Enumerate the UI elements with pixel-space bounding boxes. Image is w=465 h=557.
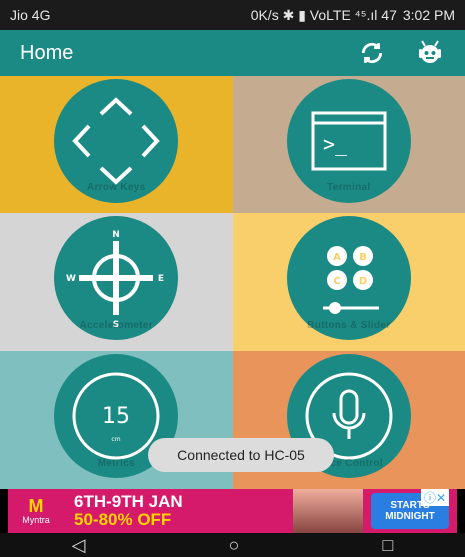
system-nav-bar: ◁ ○ □: [0, 533, 465, 557]
robot-icon[interactable]: [415, 38, 445, 68]
ad-offer: 50-80% OFF: [74, 510, 172, 529]
metric-value: 15: [102, 404, 130, 429]
status-indicators: 0K/s ✱ ▮ VoLTE ⁴⁵.ıl 47: [250, 6, 397, 23]
ad-brand-name: Myntra: [22, 515, 50, 525]
connection-toast: Connected to HC-05: [148, 438, 334, 472]
carrier-label: Jio 4G: [10, 7, 51, 23]
compass-n: N: [112, 230, 120, 240]
metric-unit: cm: [112, 436, 121, 443]
tile-buttons-slider[interactable]: A B C D Buttons & Slider: [232, 213, 465, 351]
sync-icon[interactable]: [357, 38, 387, 68]
back-icon[interactable]: ◁: [72, 535, 86, 556]
ad-banner[interactable]: M Myntra 6TH-9TH JAN 50-80% OFF STARTS M…: [8, 489, 457, 533]
tile-accelerometer[interactable]: N S E W Accelerometer: [0, 213, 233, 351]
home-icon[interactable]: ○: [229, 535, 240, 556]
compass-e: E: [158, 274, 164, 284]
tile-label: Accelerometer: [79, 320, 153, 331]
tile-label: Buttons & Slider: [307, 320, 391, 331]
ad-image: [293, 489, 363, 533]
myntra-logo: M: [28, 496, 44, 516]
app-bar: Home: [0, 30, 465, 76]
button-d: D: [359, 276, 367, 287]
status-bar: Jio 4G 0K/s ✱ ▮ VoLTE ⁴⁵.ıl 47 3:02 PM: [0, 0, 465, 30]
ad-dates: 6TH-9TH JAN: [74, 492, 183, 511]
ad-text: 6TH-9TH JAN 50-80% OFF: [64, 493, 293, 529]
page-title: Home: [20, 41, 74, 64]
button-b: B: [359, 252, 367, 263]
button-a: A: [333, 252, 341, 263]
button-c: C: [333, 276, 340, 287]
recent-apps-icon[interactable]: □: [383, 535, 394, 556]
tile-terminal[interactable]: >_ Terminal: [232, 76, 465, 213]
tile-arrow-keys[interactable]: Arrow Keys: [0, 76, 233, 213]
terminal-prompt: >_: [323, 132, 348, 156]
compass-w: W: [66, 274, 76, 284]
ad-close-icon[interactable]: ⓘ✕: [420, 489, 449, 506]
tile-label: Terminal: [327, 182, 371, 193]
ad-cta-line2: MIDNIGHT: [385, 511, 435, 522]
ad-brand: M Myntra: [8, 489, 64, 533]
control-grid: Arrow Keys >_ Terminal N S E W Accelerom…: [0, 76, 465, 489]
tile-label: Arrow Keys: [86, 182, 146, 193]
status-time: 3:02 PM: [402, 7, 455, 23]
